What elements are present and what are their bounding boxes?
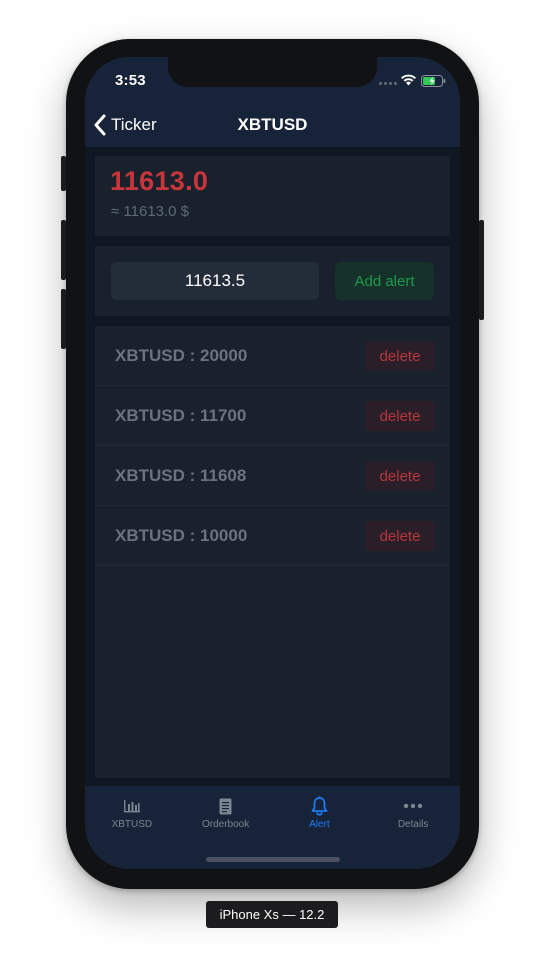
mute-switch xyxy=(61,156,66,191)
tab-alert[interactable]: Alert xyxy=(273,786,367,836)
more-dots-icon xyxy=(403,796,423,816)
delete-alert-button[interactable]: delete xyxy=(365,461,435,491)
delete-alert-button[interactable]: delete xyxy=(365,521,435,551)
alert-row: XBTUSD : 10000 delete xyxy=(95,506,450,566)
tab-label: XBTUSD xyxy=(111,819,153,830)
page-title: XBTUSD xyxy=(237,115,308,134)
tab-xbtusd[interactable]: XBTUSD xyxy=(85,786,179,836)
home-indicator xyxy=(206,857,340,862)
status-time: 3:53 xyxy=(115,72,146,89)
battery-icon xyxy=(421,75,446,87)
app-screen: 3:53 Ticker XBTUSD 11613.0 ≈ 11613.0 $ 1… xyxy=(85,57,460,869)
volume-down-button xyxy=(61,289,66,349)
simulator-device-label: iPhone Xs — 12.2 xyxy=(206,901,338,928)
tab-label: Alert xyxy=(309,819,330,830)
bar-chart-icon xyxy=(122,796,142,816)
alert-list: XBTUSD : 20000 delete XBTUSD : 11700 del… xyxy=(95,326,450,778)
alert-label: XBTUSD : 11700 xyxy=(115,406,247,425)
alert-row: XBTUSD : 11608 delete xyxy=(95,446,450,506)
volume-up-button xyxy=(61,220,66,280)
alert-label: XBTUSD : 20000 xyxy=(115,346,248,365)
wifi-icon xyxy=(401,74,416,86)
alert-content: 11613.0 ≈ 11613.0 $ Add alert XBTUSD : 2… xyxy=(85,147,460,786)
last-price: 11613.0 xyxy=(110,166,209,196)
power-button xyxy=(479,220,484,320)
bell-icon xyxy=(309,796,329,816)
notch xyxy=(168,57,377,87)
alert-label: XBTUSD : 11608 xyxy=(115,466,247,485)
navigation-bar: Ticker XBTUSD xyxy=(85,103,460,147)
tab-label: Details xyxy=(397,819,429,830)
tab-bar: XBTUSD Orderbook Alert Details xyxy=(85,786,460,869)
add-alert-form: Add alert xyxy=(95,246,450,316)
add-alert-button[interactable]: Add alert xyxy=(335,262,434,300)
document-icon xyxy=(216,796,236,816)
alert-price-input[interactable] xyxy=(111,262,319,300)
delete-alert-button[interactable]: delete xyxy=(365,341,435,371)
tab-orderbook[interactable]: Orderbook xyxy=(179,786,273,836)
alert-label: XBTUSD : 10000 xyxy=(115,526,248,545)
alert-row: XBTUSD : 20000 delete xyxy=(95,326,450,386)
cellular-signal-icon xyxy=(379,82,397,85)
tab-details[interactable]: Details xyxy=(366,786,460,836)
price-usd-approx: ≈ 11613.0 $ xyxy=(111,203,190,220)
alert-row: XBTUSD : 11700 delete xyxy=(95,386,450,446)
tab-label: Orderbook xyxy=(202,819,250,830)
status-bar: 3:53 xyxy=(85,57,460,103)
price-card: 11613.0 ≈ 11613.0 $ xyxy=(95,156,450,236)
delete-alert-button[interactable]: delete xyxy=(365,401,435,431)
